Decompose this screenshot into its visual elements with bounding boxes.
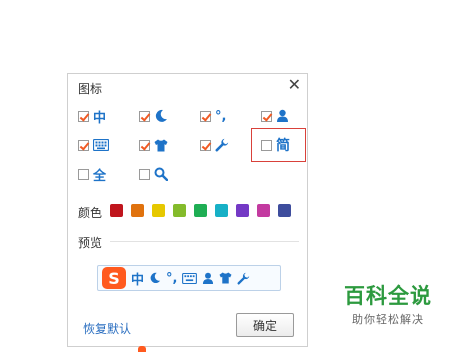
option-zhong[interactable]: 中 [78,107,107,126]
punctuation-icon: °, [166,270,178,286]
zhong-icon: 中 [93,110,107,126]
highlight-box [251,128,306,162]
tshirt-icon [154,136,168,154]
preview-toolbar: S 中 °, [97,265,281,291]
divider [110,241,299,242]
confirm-button[interactable]: 确定 [236,313,294,337]
option-punctuation[interactable]: °, [200,107,226,125]
cropped-logo-fragment [138,346,146,352]
color-swatch-red[interactable] [110,204,123,217]
option-user[interactable] [261,107,289,125]
option-tshirt[interactable] [139,136,168,154]
checkbox[interactable] [139,139,150,151]
checkbox[interactable] [78,168,89,180]
color-swatch-purple[interactable] [236,204,249,217]
zhong-icon: 中 [131,272,145,288]
checkbox[interactable] [200,110,211,122]
quan-icon: 全 [93,168,107,184]
preview-label: 预览 [78,236,103,250]
color-swatch-lime[interactable] [173,204,186,217]
tshirt-icon [219,269,232,287]
checkbox[interactable] [139,110,150,122]
color-swatch-magenta[interactable] [257,204,270,217]
checkbox[interactable] [78,110,89,122]
color-swatch-navy[interactable] [278,204,291,217]
user-icon [202,269,214,287]
watermark: 百科全说 助你轻松解决 [344,280,432,327]
checkbox[interactable] [261,110,272,122]
color-swatch-cyan[interactable] [215,204,228,217]
option-keyboard[interactable] [78,136,109,154]
checkbox[interactable] [200,139,211,151]
option-quan[interactable]: 全 [78,165,107,184]
watermark-subtitle: 助你轻松解决 [352,313,424,326]
moon-icon [154,107,168,125]
sogou-logo-icon: S [102,267,126,289]
close-icon[interactable]: ✕ [288,76,301,94]
user-icon [276,107,289,125]
icon-settings-dialog: 图标 ✕ 中 °, 简 全 颜色 预览 S 中 °, 恢复默认 确定 [67,73,308,347]
option-moon[interactable] [139,107,168,125]
option-search[interactable] [139,165,168,183]
search-icon [154,165,168,183]
restore-default-link[interactable]: 恢复默认 [83,320,131,337]
dialog-title: 图标 [78,82,103,96]
moon-icon [149,269,161,287]
checkbox[interactable] [139,168,150,180]
keyboard-icon [182,269,198,287]
color-swatch-green[interactable] [194,204,207,217]
keyboard-icon [93,136,109,154]
color-swatch-orange[interactable] [131,204,144,217]
color-label: 颜色 [78,206,103,220]
wrench-icon [237,269,250,287]
punctuation-icon: °, [215,108,227,124]
option-wrench[interactable] [200,136,229,154]
watermark-title: 百科全说 [344,284,432,308]
wrench-icon [215,136,229,154]
checkbox[interactable] [78,139,89,151]
color-swatch-yellow[interactable] [152,204,165,217]
